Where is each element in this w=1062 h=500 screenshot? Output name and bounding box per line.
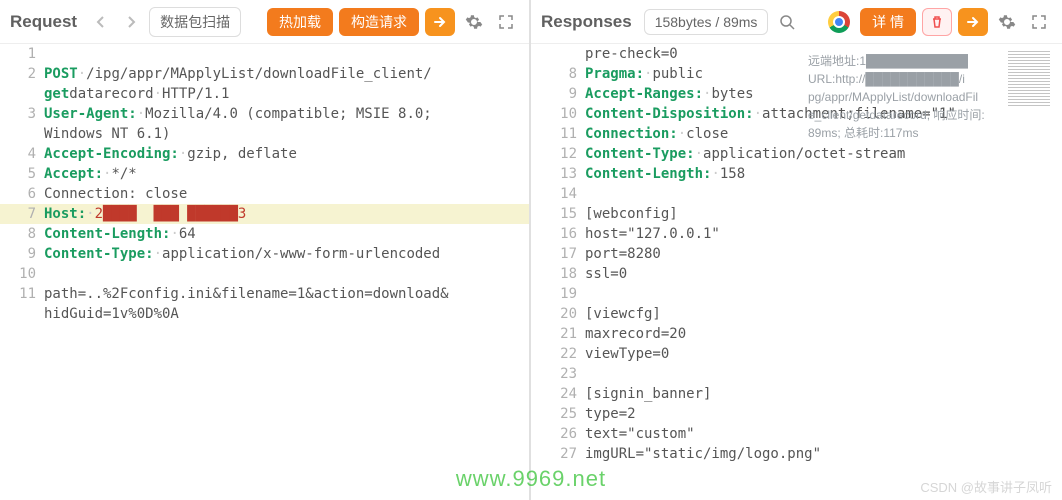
line-number: 13 <box>531 164 585 184</box>
nav-prev-icon[interactable] <box>89 10 113 34</box>
response-title: Responses <box>541 12 632 32</box>
line-number: 23 <box>531 364 585 384</box>
details-button[interactable]: 详 情 <box>860 8 916 36</box>
code-line: Windows NT 6.1) <box>0 124 529 144</box>
delete-button[interactable] <box>922 8 952 36</box>
response-toolbar: Responses 158bytes / 89ms 详 情 <box>531 0 1062 44</box>
line-number: 11 <box>0 284 44 304</box>
search-icon[interactable] <box>774 9 800 35</box>
code-line: pre-check=0 <box>531 44 1062 64</box>
line-number: 14 <box>531 184 585 204</box>
request-editor[interactable]: 12POST·/ipg/appr/MApplyList/downloadFile… <box>0 44 529 500</box>
response-editor[interactable]: pre-check=08Pragma:·public9Accept-Ranges… <box>531 44 1062 500</box>
code-line: getdatarecord·HTTP/1.1 <box>0 84 529 104</box>
code-line: 24[signin_banner] <box>531 384 1062 404</box>
code-line: 7Host:·2████ ███ ██████3 <box>0 204 529 224</box>
code-line: 15[webconfig] <box>531 204 1062 224</box>
send-button[interactable] <box>425 8 455 36</box>
response-meta: 158bytes / 89ms <box>644 9 769 35</box>
code-line: 16host="127.0.0.1" <box>531 224 1062 244</box>
line-number: 26 <box>531 424 585 444</box>
settings-icon[interactable] <box>461 9 487 35</box>
line-number <box>531 44 585 64</box>
code-line: 19 <box>531 284 1062 304</box>
line-number: 1 <box>0 44 44 64</box>
line-number: 17 <box>531 244 585 264</box>
line-number: 11 <box>531 124 585 144</box>
code-line: 4Accept-Encoding:·gzip, deflate <box>0 144 529 164</box>
line-number: 10 <box>531 104 585 124</box>
line-number: 5 <box>0 164 44 184</box>
code-line: 17port=8280 <box>531 244 1062 264</box>
line-number: 18 <box>531 264 585 284</box>
code-line: 11Connection:·close <box>531 124 1062 144</box>
line-number <box>0 84 44 104</box>
code-line: 26text="custom" <box>531 424 1062 444</box>
request-toolbar: Request 数据包扫描 热加载 构造请求 <box>0 0 529 44</box>
line-number: 10 <box>0 264 44 284</box>
line-number: 4 <box>0 144 44 164</box>
code-line: 25type=2 <box>531 404 1062 424</box>
hot-reload-button[interactable]: 热加载 <box>267 8 333 36</box>
line-number: 19 <box>531 284 585 304</box>
code-line: 21maxrecord=20 <box>531 324 1062 344</box>
line-number: 25 <box>531 404 585 424</box>
line-number: 6 <box>0 184 44 204</box>
response-pane: Responses 158bytes / 89ms 详 情 远端地址:1██ <box>531 0 1062 500</box>
line-number: 7 <box>0 204 44 224</box>
code-line: 5Accept:·*/* <box>0 164 529 184</box>
line-number: 15 <box>531 204 585 224</box>
line-number: 22 <box>531 344 585 364</box>
code-line: 23 <box>531 364 1062 384</box>
minimap[interactable] <box>1008 50 1050 106</box>
code-line: 2POST·/ipg/appr/MApplyList/downloadFile_… <box>0 64 529 84</box>
code-line: 27imgURL="static/img/logo.png" <box>531 444 1062 464</box>
line-number <box>0 124 44 144</box>
resend-button[interactable] <box>958 8 988 36</box>
line-number: 2 <box>0 64 44 84</box>
code-line: 12Content-Type:·application/octet-stream <box>531 144 1062 164</box>
line-number: 8 <box>531 64 585 84</box>
line-number: 9 <box>0 244 44 264</box>
line-number: 16 <box>531 224 585 244</box>
line-number: 3 <box>0 104 44 124</box>
line-number: 9 <box>531 84 585 104</box>
code-line: hidGuid=1v%0D%0A <box>0 304 529 324</box>
code-line: 9Content-Type:·application/x-www-form-ur… <box>0 244 529 264</box>
expand-icon[interactable] <box>493 9 519 35</box>
code-line: 8Content-Length:·64 <box>0 224 529 244</box>
code-line: 9Accept-Ranges:·bytes <box>531 84 1062 104</box>
code-line: 10Content-Disposition:·attachment;filena… <box>531 104 1062 124</box>
code-line: 11path=..%2Fconfig.ini&filename=1&action… <box>0 284 529 304</box>
scan-packet-input[interactable]: 数据包扫描 <box>149 7 241 37</box>
expand-icon[interactable] <box>1026 9 1052 35</box>
code-line: 14 <box>531 184 1062 204</box>
line-number: 20 <box>531 304 585 324</box>
code-line: 3User-Agent:·Mozilla/4.0 (compatible; MS… <box>0 104 529 124</box>
code-line: 8Pragma:·public <box>531 64 1062 84</box>
request-pane: Request 数据包扫描 热加载 构造请求 12POST·/ipg/appr/… <box>0 0 531 500</box>
code-line: 1 <box>0 44 529 64</box>
line-number: 12 <box>531 144 585 164</box>
code-line: 6Connection: close <box>0 184 529 204</box>
code-line: 10 <box>0 264 529 284</box>
code-line: 22viewType=0 <box>531 344 1062 364</box>
request-title: Request <box>10 12 77 32</box>
settings-icon[interactable] <box>994 9 1020 35</box>
code-line: 13Content-Length:·158 <box>531 164 1062 184</box>
chrome-icon[interactable] <box>828 11 850 33</box>
line-number <box>0 304 44 324</box>
line-number: 8 <box>0 224 44 244</box>
code-line: 20[viewcfg] <box>531 304 1062 324</box>
code-line: 18ssl=0 <box>531 264 1062 284</box>
line-number: 27 <box>531 444 585 464</box>
nav-next-icon[interactable] <box>119 10 143 34</box>
line-number: 24 <box>531 384 585 404</box>
build-request-button[interactable]: 构造请求 <box>339 8 419 36</box>
line-number: 21 <box>531 324 585 344</box>
